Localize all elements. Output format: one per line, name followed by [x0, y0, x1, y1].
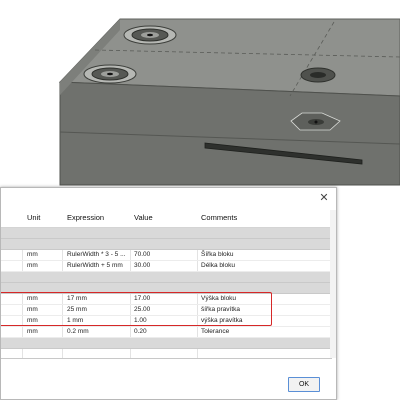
- unit-column-header[interactable]: Unit: [27, 213, 40, 222]
- highlight-box: [1, 292, 272, 326]
- comments-cell[interactable]: Délka bloku: [201, 262, 235, 269]
- group-row[interactable]: [1, 228, 332, 239]
- group-row[interactable]: [1, 239, 332, 250]
- close-icon[interactable]: ✕: [318, 192, 330, 204]
- comments-cell[interactable]: Šířka bloku: [201, 251, 234, 258]
- table-row[interactable]: mm RulerWidth + 5 mm 30.00 Délka bloku: [1, 261, 332, 272]
- value-cell: 70.00: [134, 251, 151, 258]
- table-row[interactable]: mm RulerWidth * 3 - 5 ... 70.00 Šířka bl…: [1, 250, 332, 261]
- dialog-titlebar: ✕: [1, 188, 336, 210]
- expression-cell[interactable]: 0.2 mm: [67, 328, 89, 335]
- top-hole-icon: [300, 67, 336, 83]
- parameters-table: Unit Expression Value Comments mm RulerW…: [1, 210, 332, 359]
- group-row[interactable]: [1, 338, 332, 349]
- empty-row[interactable]: [1, 349, 332, 358]
- expression-cell[interactable]: RulerWidth * 3 - 5 ...: [67, 251, 126, 258]
- comments-cell[interactable]: Tolerance: [201, 328, 229, 335]
- countersunk-hole-1-icon: [123, 25, 177, 45]
- expression-column-header[interactable]: Expression: [67, 213, 104, 222]
- table-row[interactable]: mm 0.2 mm 0.20 Tolerance: [1, 327, 332, 338]
- expression-cell[interactable]: RulerWidth + 5 mm: [67, 262, 123, 269]
- group-row[interactable]: [1, 272, 332, 283]
- dialog-footer: OK: [1, 359, 336, 399]
- value-column-header[interactable]: Value: [134, 213, 153, 222]
- unit-cell: mm: [27, 251, 38, 258]
- parameters-dialog: ✕ Unit Expression Value Comments mm Rule…: [0, 187, 337, 400]
- table-header: Unit Expression Value Comments: [1, 210, 332, 228]
- ok-button[interactable]: OK: [288, 377, 320, 392]
- value-cell: 0.20: [134, 328, 147, 335]
- comments-column-header[interactable]: Comments: [201, 213, 237, 222]
- unit-cell: mm: [27, 328, 38, 335]
- vertical-scrollbar[interactable]: [330, 210, 336, 358]
- value-cell: 30.00: [134, 262, 151, 269]
- unit-cell: mm: [27, 262, 38, 269]
- countersunk-hole-2-icon: [83, 64, 137, 84]
